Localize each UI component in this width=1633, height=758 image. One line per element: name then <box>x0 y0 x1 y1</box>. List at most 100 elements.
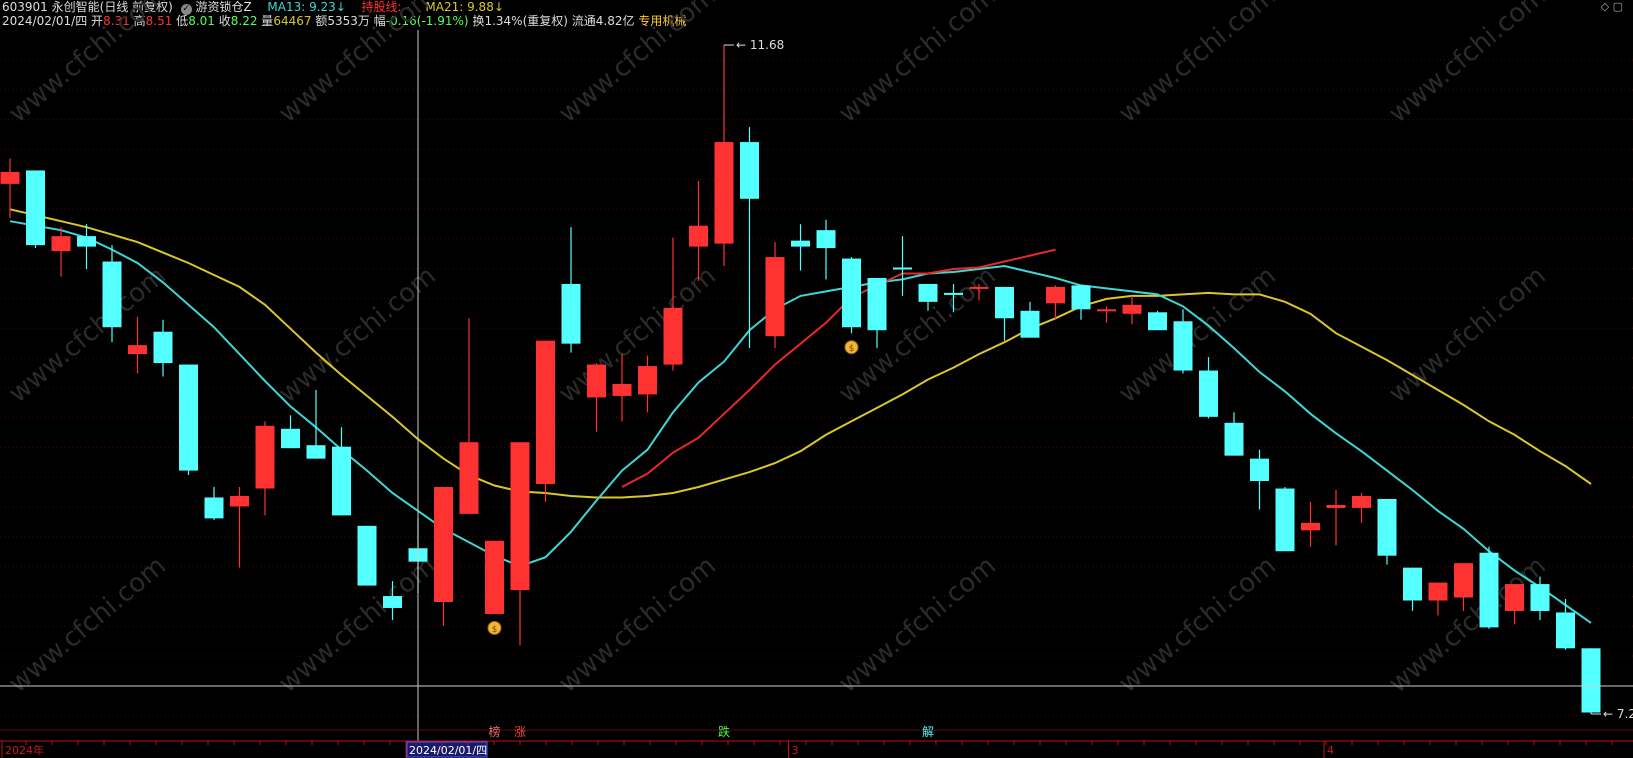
candle-body <box>1352 495 1371 508</box>
candle <box>587 363 606 432</box>
candle <box>1122 295 1142 325</box>
candle <box>1224 412 1244 456</box>
candlestick-chart[interactable]: ← 11.68 ← 7.20 $ $ 榜涨 跌 解 2024年 2024/02/01/四 3 4 <box>0 0 1633 758</box>
candle-body <box>230 495 249 507</box>
candle <box>281 415 300 449</box>
candle-body <box>714 142 734 244</box>
candle-body <box>1326 504 1346 508</box>
x-axis-tick-label: 3 <box>792 744 799 757</box>
candle-body <box>1479 552 1499 628</box>
candle <box>357 525 377 586</box>
candle <box>1352 492 1371 523</box>
candle <box>638 355 657 413</box>
candle-body <box>459 442 479 514</box>
candle-body <box>1275 488 1295 552</box>
candle <box>1199 357 1218 419</box>
candle-body <box>1020 310 1040 338</box>
candle-body <box>740 142 759 199</box>
candle-body <box>383 596 402 608</box>
candle-body <box>255 425 275 489</box>
candle <box>306 389 326 459</box>
candle-body <box>969 286 989 289</box>
candle <box>230 487 249 568</box>
candle-body <box>1224 422 1244 456</box>
candle <box>179 364 198 476</box>
candle <box>1428 582 1448 616</box>
candle-body <box>1250 458 1269 482</box>
candle-body <box>1403 567 1422 601</box>
candle-body <box>179 364 198 471</box>
candle <box>128 316 147 374</box>
candle <box>918 283 938 311</box>
candle-body <box>1046 286 1065 304</box>
candle <box>791 224 810 271</box>
candle-body <box>204 497 224 519</box>
candle-body <box>485 540 504 614</box>
candle <box>1403 567 1422 611</box>
signal-label: 解 <box>922 725 934 739</box>
candle-body <box>510 442 530 591</box>
candle-body <box>995 286 1014 319</box>
candle <box>1377 498 1397 565</box>
candle <box>612 354 632 422</box>
candle <box>1020 301 1040 338</box>
candle <box>26 170 45 249</box>
candle-body <box>638 366 657 395</box>
signal-label: 跌 <box>718 724 730 739</box>
candle <box>842 257 861 334</box>
candle <box>510 442 530 646</box>
candle-body <box>1097 309 1116 312</box>
candle-body <box>612 383 632 396</box>
candle <box>714 45 734 267</box>
candle <box>995 286 1014 341</box>
candle-body <box>434 487 453 603</box>
x-axis-tick-label: 2024/02/01/四 <box>409 744 487 757</box>
candle-body <box>26 170 45 246</box>
candle-body <box>1122 304 1142 314</box>
candle-body <box>816 230 836 249</box>
candle-body <box>281 428 300 449</box>
candle-body <box>1199 370 1218 417</box>
candle-body <box>1581 648 1601 713</box>
candle-body <box>663 307 683 365</box>
candle <box>1479 546 1499 629</box>
low-price-label: ← 7.20 <box>1603 707 1633 721</box>
candle <box>816 219 836 280</box>
candle-body <box>918 283 938 302</box>
candle-body <box>1071 285 1091 310</box>
candle-body <box>1530 584 1550 611</box>
signal-label: 榜 <box>488 724 500 739</box>
candle <box>204 487 224 520</box>
candle-body <box>128 345 147 355</box>
candle-body <box>51 236 71 252</box>
candle-body <box>332 446 351 516</box>
candle <box>1173 309 1193 374</box>
candle <box>536 340 555 502</box>
x-axis-tick-label: 2024年 <box>5 743 44 757</box>
candle-body <box>561 283 581 344</box>
candle-body <box>893 267 912 270</box>
ma13-line <box>9 220 1592 624</box>
candle <box>1275 487 1295 552</box>
candle <box>1097 306 1116 323</box>
candle-body <box>791 240 810 247</box>
candle-body <box>1173 321 1193 371</box>
candle <box>867 277 887 349</box>
candle <box>663 237 683 371</box>
candle-body <box>77 236 96 247</box>
candle <box>561 227 581 353</box>
candle-body <box>867 277 887 331</box>
candle <box>332 427 351 516</box>
candle-body <box>689 225 708 247</box>
candle <box>485 540 504 614</box>
candle <box>1301 501 1320 547</box>
candle <box>893 236 912 296</box>
high-price-label: ← 11.68 <box>736 38 784 52</box>
candle-body <box>1428 582 1448 601</box>
candle <box>740 127 759 349</box>
money-bag-icon-glyph: $ <box>849 344 855 354</box>
x-axis-tick-label: 4 <box>1327 744 1334 757</box>
hold-line <box>621 248 1056 488</box>
candle <box>51 227 71 277</box>
candle-body <box>1148 312 1167 331</box>
